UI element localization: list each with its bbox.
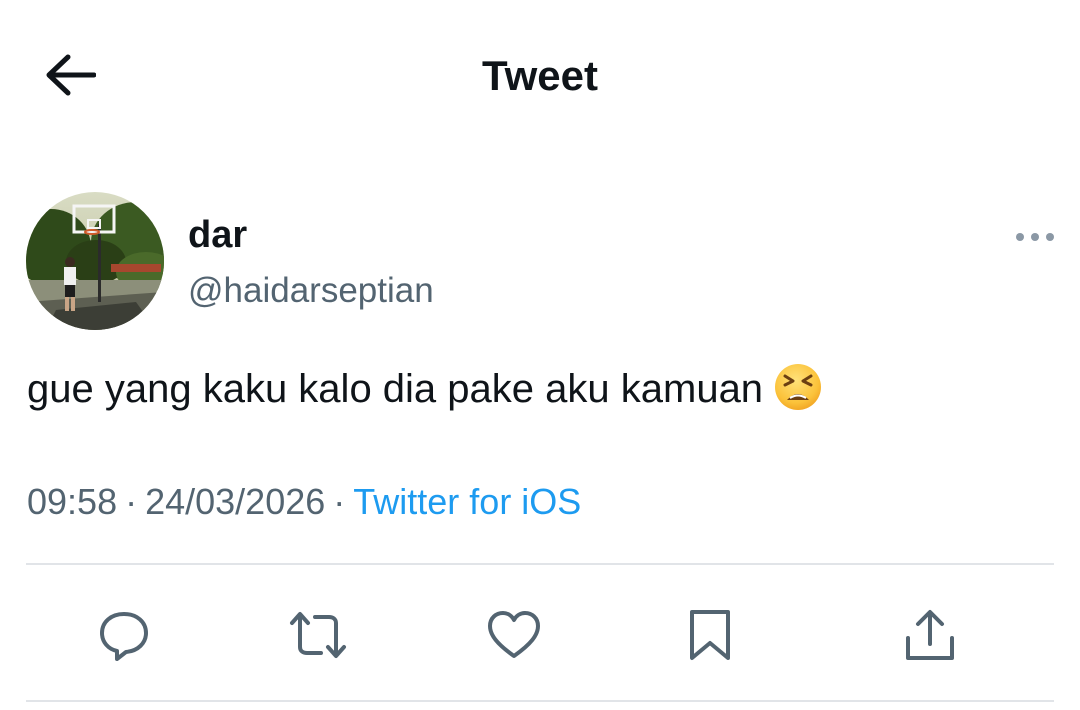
divider	[26, 563, 1054, 565]
separator: ·	[125, 481, 138, 522]
author-display-name[interactable]: dar	[188, 212, 247, 258]
tweet-body: gue yang kaku kalo dia pake aku kamuan	[27, 362, 823, 416]
page-title: Tweet	[482, 52, 598, 99]
header-bar: Tweet	[0, 0, 1080, 150]
tweet-time: 09:58	[27, 481, 118, 522]
tweet-date: 24/03/2026	[145, 481, 326, 522]
separator: ·	[333, 481, 346, 522]
tweet-source-link[interactable]: Twitter for iOS	[353, 481, 581, 522]
retweet-icon	[287, 609, 349, 661]
like-button[interactable]	[474, 595, 554, 675]
share-icon	[903, 608, 957, 662]
more-options-button[interactable]	[1010, 222, 1060, 252]
bookmark-icon	[688, 608, 732, 662]
heart-icon	[487, 610, 541, 660]
avatar[interactable]	[26, 192, 164, 330]
tweet-text: gue yang kaku kalo dia pake aku kamuan	[27, 367, 764, 411]
action-bar	[0, 595, 1080, 675]
divider	[26, 700, 1054, 702]
retweet-button[interactable]	[278, 595, 358, 675]
share-button[interactable]	[890, 595, 970, 675]
reply-button[interactable]	[84, 595, 164, 675]
reply-icon	[98, 609, 150, 661]
author-handle[interactable]: @haidarseptian	[188, 268, 434, 314]
tired-face-emoji	[773, 362, 823, 412]
bookmark-button[interactable]	[670, 595, 750, 675]
tweet-metadata: 09:58 · 24/03/2026 · Twitter for iOS	[27, 478, 581, 526]
more-horizontal-icon	[1015, 232, 1055, 242]
